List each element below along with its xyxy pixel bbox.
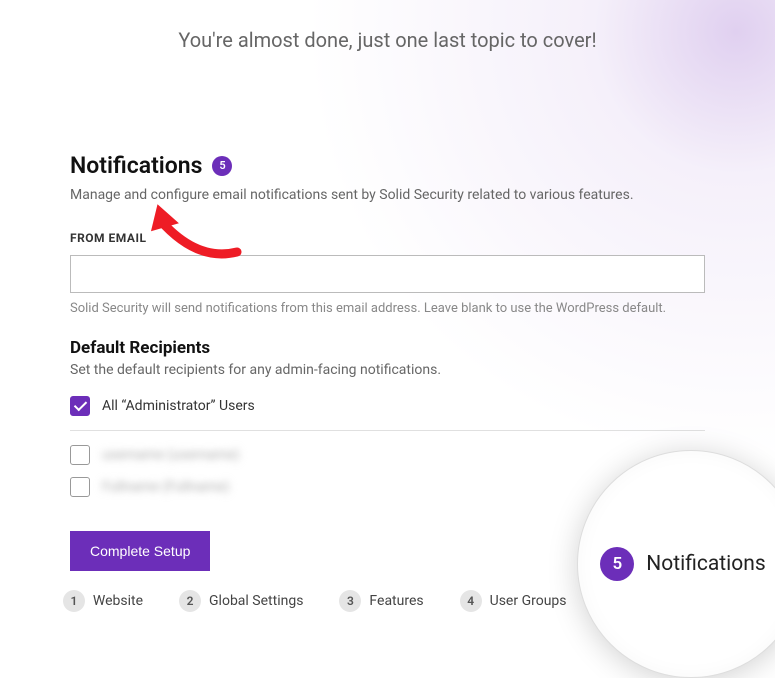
from-email-input[interactable] (70, 255, 705, 293)
section-description: Manage and configure email notifications… (70, 187, 705, 203)
page-root: You're almost done, just one last topic … (0, 0, 775, 634)
recipient-label: Fullname (Fullname) (102, 479, 229, 495)
section-header: Notifications 5 (70, 152, 705, 179)
section-title: Notifications (70, 152, 202, 179)
step-number: 4 (460, 590, 482, 612)
step-label: User Groups (490, 593, 567, 609)
from-email-label: FROM EMAIL (70, 231, 705, 245)
step-label: Global Settings (209, 593, 303, 609)
recipient-row: username (username) (70, 445, 705, 465)
step-number: 1 (63, 590, 85, 612)
step-number: 2 (179, 590, 201, 612)
page-subtitle: You're almost done, just one last topic … (0, 0, 775, 52)
step-label: Website (93, 593, 143, 609)
magnifier-step-label: Notifications (646, 552, 765, 576)
step-global-settings[interactable]: 2 Global Settings (179, 590, 303, 612)
step-user-groups[interactable]: 4 User Groups (460, 590, 567, 612)
recipient-row: All “Administrator” Users (70, 396, 705, 416)
default-recipients-description: Set the default recipients for any admin… (70, 362, 705, 378)
recipient-checkbox-all-admin[interactable] (70, 396, 90, 416)
divider (70, 430, 705, 431)
recipient-checkbox-user2[interactable] (70, 477, 90, 497)
recipient-label: All “Administrator” Users (102, 398, 255, 414)
step-label: Features (369, 593, 423, 609)
default-recipients-title: Default Recipients (70, 338, 705, 358)
complete-setup-button[interactable]: Complete Setup (70, 531, 210, 571)
from-email-help: Solid Security will send notifications f… (70, 301, 705, 316)
step-features[interactable]: 3 Features (339, 590, 423, 612)
magnifier-step-number: 5 (600, 547, 634, 581)
recipient-checkbox-user1[interactable] (70, 445, 90, 465)
recipient-label: username (username) (102, 447, 239, 463)
step-website[interactable]: 1 Website (63, 590, 143, 612)
section-step-badge: 5 (212, 156, 232, 176)
step-number: 3 (339, 590, 361, 612)
